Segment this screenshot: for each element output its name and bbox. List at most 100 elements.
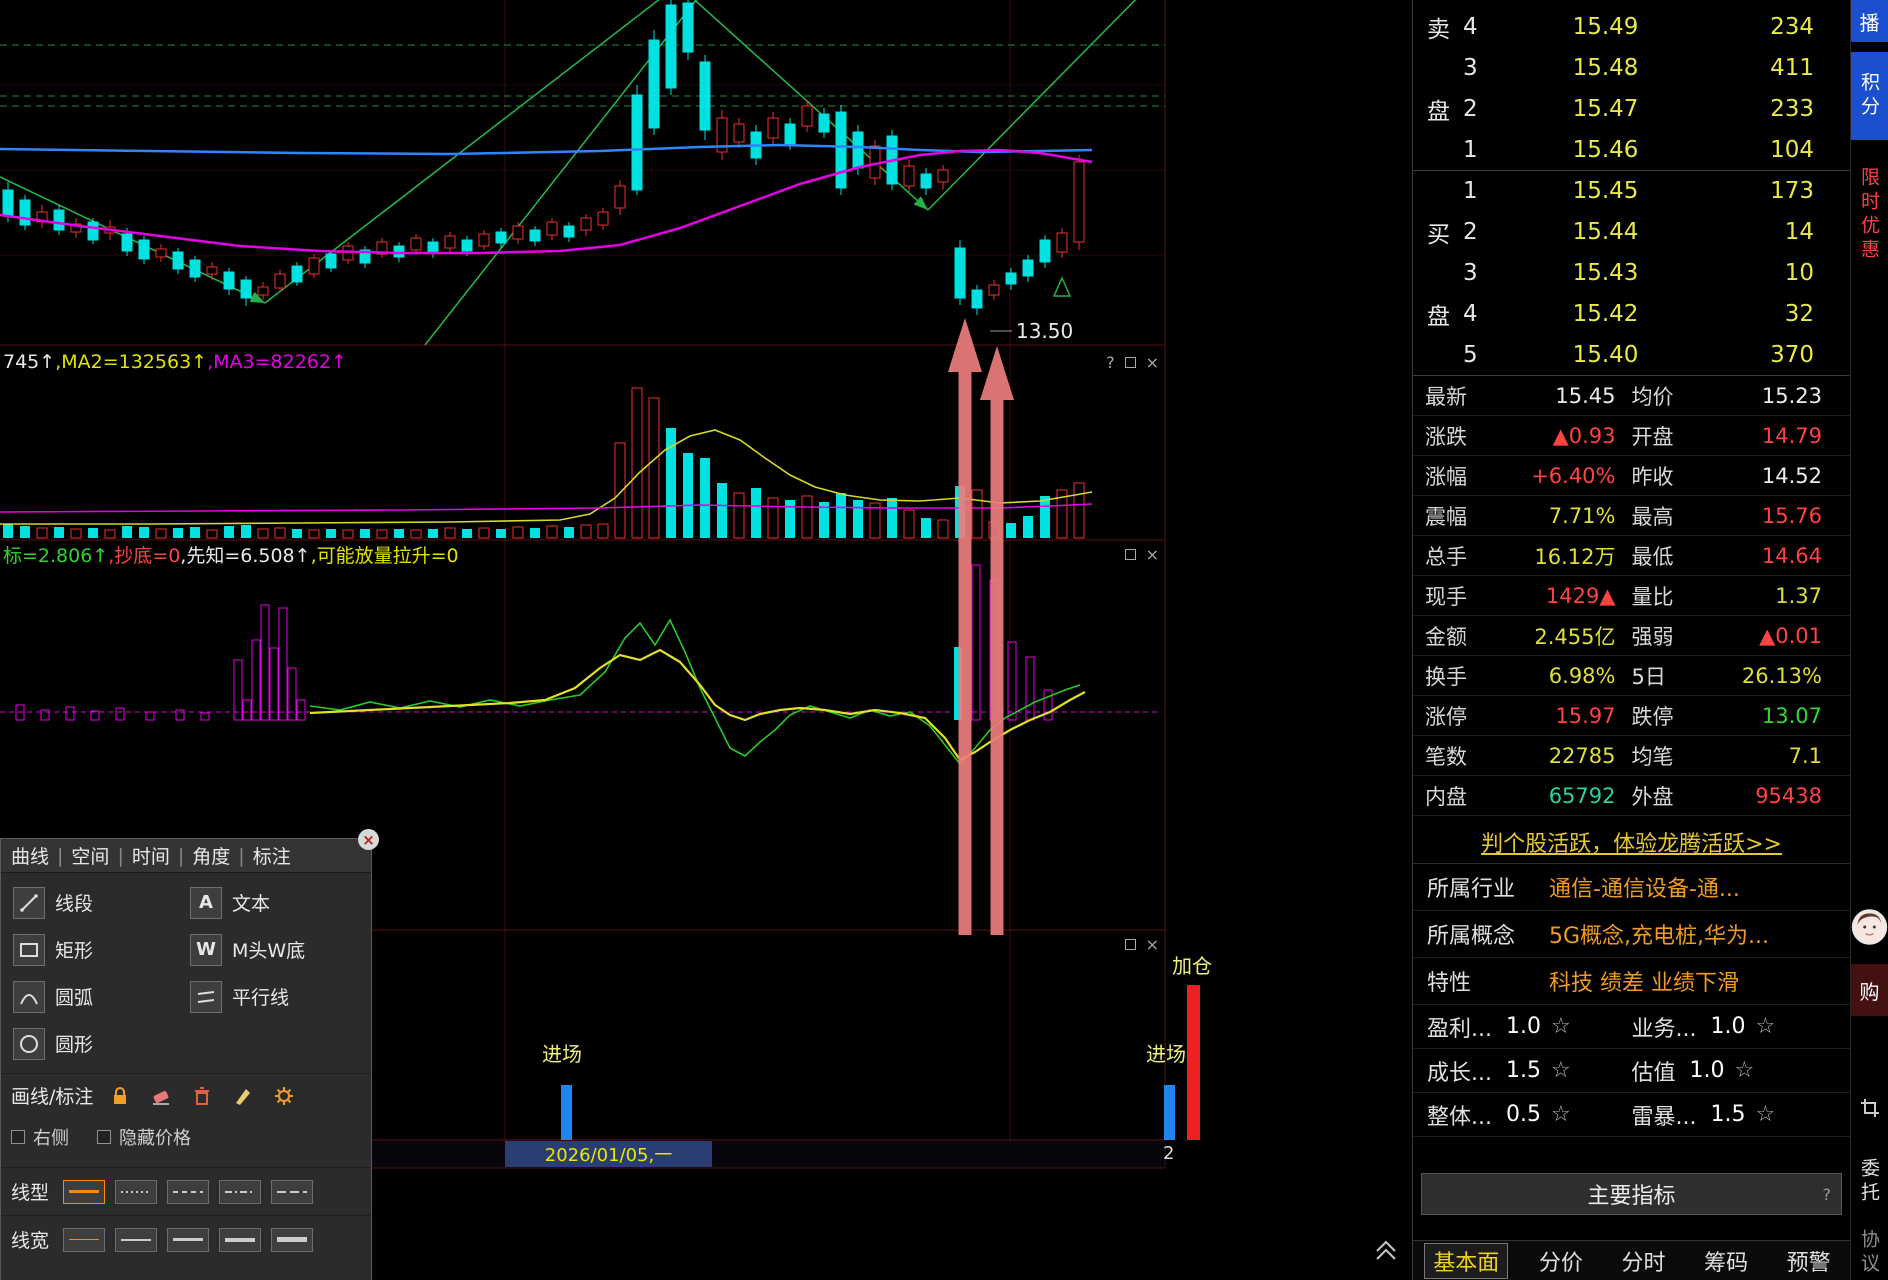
screenshot-icon[interactable]: [1851, 1086, 1888, 1130]
line-width-button[interactable]: [271, 1227, 314, 1252]
line-width-button[interactable]: [63, 1227, 106, 1252]
toolbar-tab[interactable]: 曲线: [11, 842, 49, 869]
tool-parallel[interactable]: 平行线: [186, 973, 363, 1020]
line-width-button[interactable]: [219, 1227, 262, 1252]
checkbox[interactable]: [97, 1130, 111, 1144]
tool-circle[interactable]: 圆形: [9, 1020, 186, 1067]
main-indicator-label: 主要指标: [1587, 1184, 1676, 1209]
gear-button[interactable]: [271, 1083, 297, 1109]
line-style-button[interactable]: [115, 1179, 158, 1204]
star-icon[interactable]: ☆: [1755, 1014, 1775, 1039]
eraser-button[interactable]: [148, 1083, 174, 1109]
star-icon[interactable]: ☆: [1551, 1014, 1571, 1039]
star-icon[interactable]: ☆: [1735, 1058, 1755, 1083]
order-price: 15.45: [1572, 178, 1639, 204]
order-book-row[interactable]: 卖 4 15.49 234: [1413, 6, 1850, 47]
order-book-row[interactable]: 3 15.43 10: [1413, 252, 1850, 293]
annotate-row: 画线/标注: [1, 1073, 371, 1117]
limited-offer-badge[interactable]: 限时优惠: [1851, 150, 1888, 280]
bottom-tab[interactable]: 预警: [1779, 1244, 1839, 1278]
close-icon[interactable]: ×: [358, 829, 379, 850]
help-icon[interactable]: ?: [1106, 353, 1115, 372]
stat-label: 最低: [1631, 544, 1674, 569]
order-volume: 370: [1770, 341, 1814, 368]
line-style-button[interactable]: [167, 1179, 210, 1204]
rating-value: 1.0: [1689, 1058, 1725, 1083]
order-book-row[interactable]: 5 15.40 370: [1413, 334, 1850, 375]
circle-icon: [20, 1034, 38, 1053]
buy-badge[interactable]: 购: [1851, 964, 1888, 1016]
info-link[interactable]: 通信-通信设备-通...: [1549, 871, 1740, 903]
tool-arc[interactable]: 圆弧: [9, 973, 186, 1020]
order-book-row[interactable]: 盘 4 15.42 32: [1413, 293, 1850, 334]
bottom-tab[interactable]: 分价: [1531, 1244, 1591, 1278]
star-icon[interactable]: ☆: [1551, 1058, 1571, 1083]
order-price: 15.46: [1572, 136, 1639, 163]
points-label: 积分: [1858, 72, 1880, 120]
trash-button[interactable]: [189, 1083, 215, 1109]
tool-label: 平行线: [232, 987, 290, 1009]
orders-badge[interactable]: 委托: [1851, 1146, 1888, 1218]
tool-line[interactable]: 线段: [9, 879, 186, 926]
avatar[interactable]: [1851, 898, 1888, 956]
checkbox-label: 右侧: [33, 1128, 69, 1149]
agreement-badge[interactable]: 协议: [1851, 1226, 1888, 1280]
tool-glyph[interactable]: A 文本: [186, 879, 363, 926]
line-style-button[interactable]: [63, 1179, 106, 1204]
info-link[interactable]: 科技 绩差 业绩下滑: [1549, 965, 1739, 997]
promo-link[interactable]: 判个股活跃，体验龙腾活跃>>: [1481, 826, 1782, 858]
info-row: 所属概念 5G概念,充电桩,华为...: [1413, 911, 1850, 958]
drawing-toolbar: × 曲线 | 空间 | 时间 | 角度 | 标注 线段 A 文本 矩形 W M头W底 圆弧 平行线 圆形 画线/…: [0, 829, 379, 1280]
order-book-row[interactable]: 买 2 15.44 14: [1413, 211, 1850, 252]
maximize-icon[interactable]: [1124, 356, 1136, 368]
order-volume: 10: [1784, 259, 1814, 286]
info-link[interactable]: 5G概念,充电桩,华为...: [1549, 918, 1769, 950]
brush-button[interactable]: [230, 1083, 256, 1109]
circle-icon: [13, 1027, 45, 1060]
signal-enter-label-1: 进场: [542, 1042, 582, 1066]
close-icon[interactable]: ×: [1146, 545, 1159, 564]
star-icon[interactable]: ☆: [1551, 1102, 1571, 1127]
bottom-tab[interactable]: 基本面: [1424, 1242, 1509, 1279]
order-book-row[interactable]: 1 15.46 104: [1413, 129, 1850, 170]
line-style-button[interactable]: [271, 1179, 314, 1204]
line-width-button[interactable]: [167, 1227, 210, 1252]
toolbar-tab[interactable]: 角度: [192, 842, 230, 869]
star-icon[interactable]: ☆: [1755, 1102, 1775, 1127]
order-book-row[interactable]: 1 15.45 173: [1413, 170, 1850, 211]
stat-row: 换手 6.98% 5日 26.13%: [1413, 656, 1850, 696]
rating-item: 估值 1.0 ☆: [1632, 1055, 1837, 1087]
stat-value: 15.45: [1555, 383, 1616, 408]
maximize-icon[interactable]: [1124, 548, 1136, 560]
rating-label: 盈利...: [1427, 1016, 1492, 1042]
toolbar-tab[interactable]: 时间: [132, 842, 170, 869]
toolbar-tab[interactable]: 空间: [71, 842, 109, 869]
date-axis-highlight[interactable]: 2026/01/05,一: [505, 1141, 712, 1167]
order-book-row[interactable]: 3 15.48 411: [1413, 47, 1850, 88]
tool-rect[interactable]: 矩形: [9, 926, 186, 973]
bottom-tab[interactable]: 分时: [1613, 1244, 1673, 1278]
toolbar-checkbox[interactable]: 隐藏价格: [97, 1124, 191, 1150]
line-width-button[interactable]: [115, 1227, 158, 1252]
order-book-row[interactable]: 盘 2 15.47 233: [1413, 88, 1850, 129]
order-level: 1: [1463, 136, 1478, 163]
maximize-icon[interactable]: [1124, 938, 1136, 950]
toolbar-checkbox[interactable]: 右侧: [11, 1124, 69, 1150]
line-style-button[interactable]: [219, 1179, 262, 1204]
glyph-icon: A: [190, 886, 222, 919]
collapse-chevron-icon[interactable]: [1372, 1236, 1400, 1264]
volume-ma-values: 745↑,MA2=132563↑,MA3=82262↑: [3, 351, 347, 373]
bottom-tab[interactable]: 筹码: [1696, 1244, 1756, 1278]
toolbar-tab[interactable]: 标注: [253, 842, 291, 869]
tool-glyph[interactable]: W M头W底: [186, 926, 363, 973]
rating-item: 雷暴... 1.5 ☆: [1632, 1099, 1837, 1131]
lock-button[interactable]: [107, 1083, 133, 1109]
close-icon[interactable]: ×: [1146, 353, 1159, 372]
main-indicator-button[interactable]: 主要指标 ?: [1421, 1173, 1842, 1215]
points-badge[interactable]: 积分: [1851, 52, 1888, 140]
help-icon[interactable]: ?: [1823, 1185, 1832, 1204]
close-icon[interactable]: ×: [1146, 935, 1159, 954]
stat-label: 量比: [1631, 584, 1674, 609]
broadcast-badge[interactable]: 播: [1851, 0, 1888, 42]
checkbox[interactable]: [11, 1130, 25, 1144]
